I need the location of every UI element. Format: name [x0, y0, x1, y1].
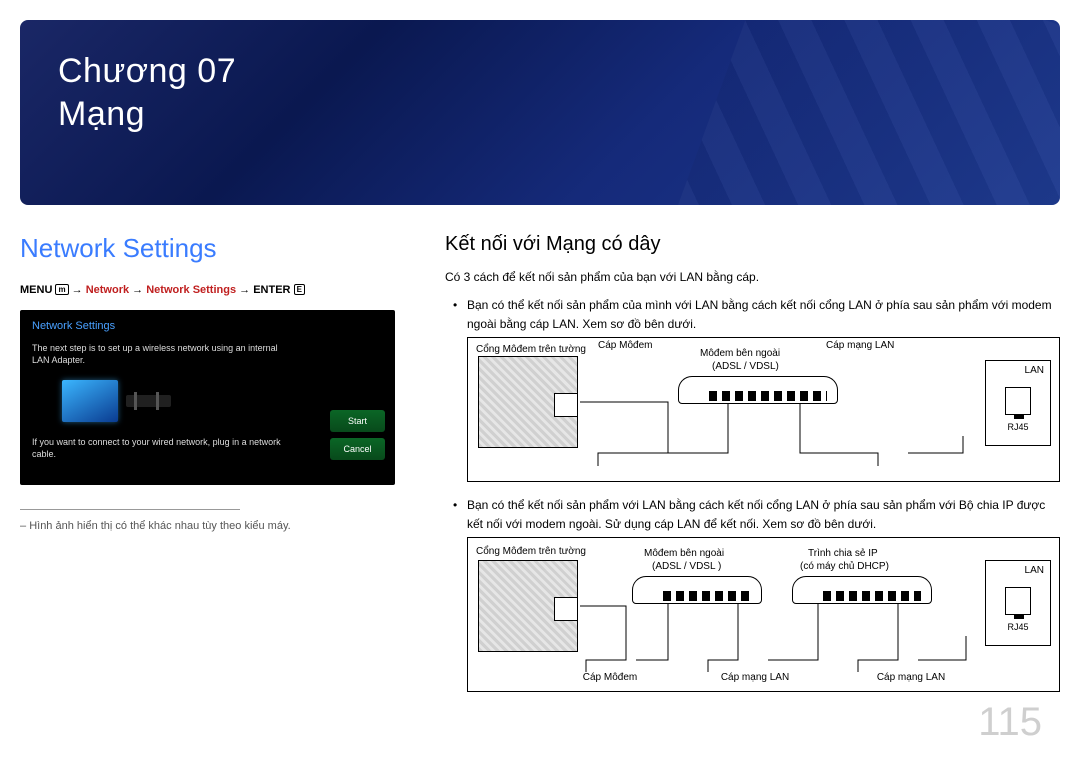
intro-text: Có 3 cách để kết nối sản phẩm của bạn vớ… — [445, 270, 1060, 284]
bc-arrow: → — [72, 284, 83, 296]
mock-connector-icon — [126, 395, 171, 407]
section-heading-network-settings: Network Settings — [20, 233, 425, 264]
divider — [20, 509, 240, 510]
mock-text-1: The next step is to set up a wireless ne… — [32, 342, 292, 366]
bc-enter: ENTER — [253, 284, 290, 296]
label-cable-lan-1: Cáp mạng LAN — [700, 670, 810, 686]
label-cable-modem: Cáp Môđem — [598, 338, 652, 354]
menu-icon: m — [55, 284, 68, 295]
bc-arrow: → — [239, 284, 250, 296]
enter-icon: E — [294, 284, 305, 295]
mock-text-2: If you want to connect to your wired net… — [32, 436, 292, 460]
label-cable-lan-2: Cáp mạng LAN — [856, 670, 966, 686]
chapter-title: Mạng — [58, 93, 1022, 136]
section-heading-wired: Kết nối với Mạng có dây — [445, 233, 1060, 256]
bullet-item: Bạn có thể kết nối sản phẩm của mình với… — [445, 296, 1060, 482]
page-number: 115 — [978, 700, 1042, 745]
menu-path: MENU m → Network → Network Settings → EN… — [20, 284, 425, 296]
mock-cancel-button: Cancel — [330, 438, 385, 460]
bc-menu: MENU — [20, 284, 52, 296]
footnote: Hình ảnh hiển thị có thể khác nhau tùy t… — [20, 520, 425, 532]
mock-start-button: Start — [330, 410, 385, 432]
cable-lines — [468, 538, 1059, 691]
mock-title: Network Settings — [32, 320, 383, 332]
bc-network: Network — [86, 284, 129, 296]
label-cable-modem: Cáp Môđem — [560, 670, 660, 686]
cable-lines — [468, 338, 1059, 481]
label-cable-lan: Cáp mạng LAN — [826, 338, 894, 354]
bullet-item: Bạn có thể kết nối sản phẩm với LAN bằng… — [445, 496, 1060, 692]
diagram-2: Cổng Môđem trên tường Môđem bên ngoài (A… — [467, 537, 1060, 692]
chapter-label: Chương 07 — [58, 50, 1022, 93]
settings-screenshot: Network Settings The next step is to set… — [20, 310, 395, 485]
chapter-header: Chương 07 Mạng — [20, 20, 1060, 205]
bullet-text: Bạn có thể kết nối sản phẩm với LAN bằng… — [467, 498, 1045, 531]
mock-image-icon — [62, 380, 118, 422]
bullet-text: Bạn có thể kết nối sản phẩm của mình với… — [467, 298, 1052, 331]
diagram-1: Cổng Môđem trên tường Môđem bên ngoài (A… — [467, 337, 1060, 482]
bc-arrow: → — [132, 284, 143, 296]
bc-settings: Network Settings — [146, 284, 236, 296]
